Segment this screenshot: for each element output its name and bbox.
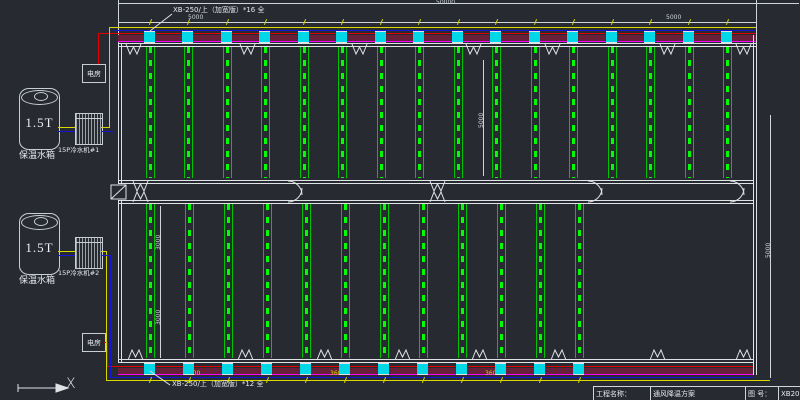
door-swing-icon [588, 188, 602, 202]
door-break-icon [133, 181, 148, 191]
door-break-icon [352, 44, 367, 54]
door-swing-icon [730, 181, 744, 195]
door-break-icon [650, 350, 665, 360]
door-break-icon [128, 350, 143, 360]
door-swing-icon [288, 188, 302, 202]
leader-line [150, 14, 172, 31]
door-break-icon [395, 350, 410, 360]
axis-x-arrow-icon [18, 384, 56, 392]
door-break-icon [126, 44, 141, 54]
door-break-icon [240, 44, 255, 54]
annotation-layer [0, 0, 800, 400]
door-break-icon [736, 44, 751, 54]
door-break-icon [317, 350, 332, 360]
cad-drawing-canvas[interactable]: 50000 5000 5000 3600 3600 3600 5000 3000… [0, 0, 800, 400]
door-break-icon [660, 44, 675, 54]
door-swing-icon [588, 181, 602, 195]
axis-x-arrowhead-icon [56, 384, 68, 392]
corridor-end-door [111, 185, 126, 199]
door-break-icon [472, 350, 487, 360]
door-break-icon [133, 192, 148, 202]
door-break-icon [238, 350, 253, 360]
door-break-icon [551, 350, 566, 360]
door-break-icon [736, 350, 751, 360]
leader-line [150, 371, 170, 385]
door-break-icon [466, 44, 481, 54]
door-break-icon [430, 192, 445, 202]
door-break-icon [430, 181, 445, 191]
door-swing-icon [730, 188, 744, 202]
door-break-icon [545, 44, 560, 54]
door-swing-icon [288, 181, 302, 195]
